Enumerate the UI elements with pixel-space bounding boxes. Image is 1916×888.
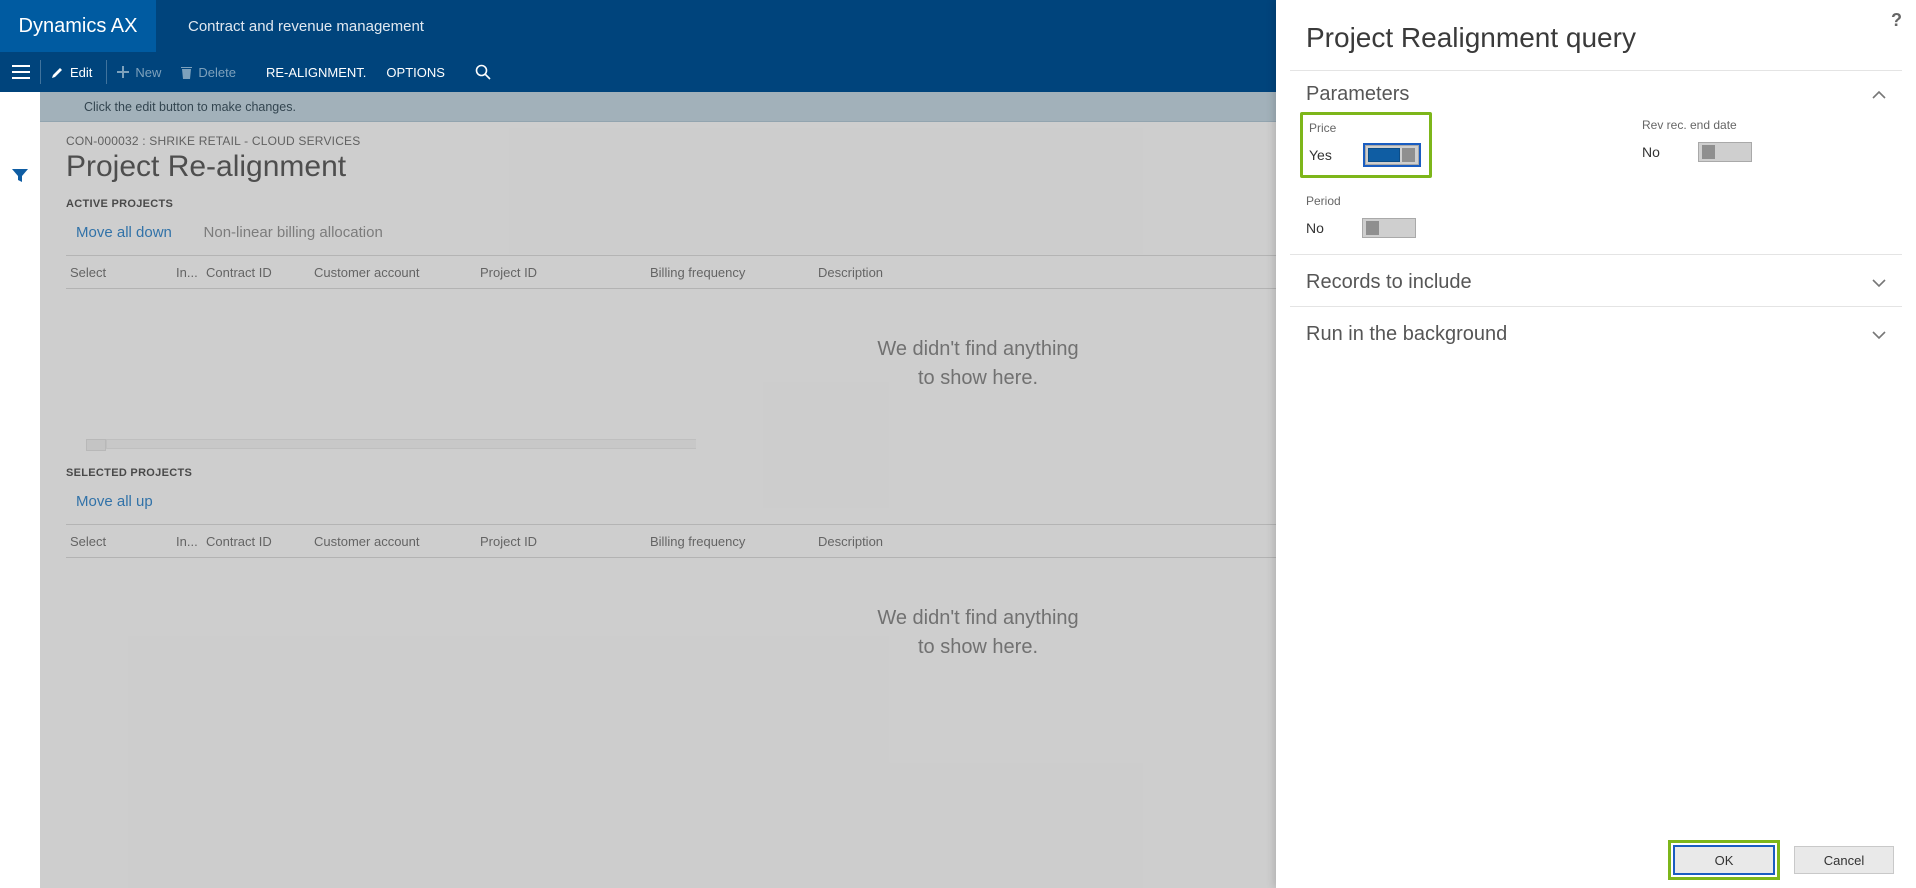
period-param: Period No (1306, 194, 1422, 238)
period-value: No (1306, 220, 1332, 236)
parameters-title: Parameters (1306, 83, 1872, 106)
col-contract[interactable]: Contract ID (206, 534, 314, 549)
divider (1290, 254, 1902, 255)
cancel-button[interactable]: Cancel (1794, 846, 1894, 874)
col-project[interactable]: Project ID (480, 534, 650, 549)
chevron-down-icon (1872, 278, 1886, 288)
period-toggle[interactable] (1362, 218, 1416, 238)
new-button[interactable]: New (107, 52, 171, 92)
empty-line2: to show here. (918, 636, 1038, 659)
background-header[interactable]: Run in the background (1276, 311, 1916, 354)
empty-line1: We didn't find anything (877, 607, 1078, 630)
col-description[interactable]: Description (818, 534, 938, 549)
revrec-toggle[interactable] (1698, 142, 1752, 162)
options-tab[interactable]: OPTIONS (376, 52, 455, 92)
flyout-footer: OK Cancel (1276, 832, 1916, 888)
scroll-track[interactable] (106, 439, 696, 449)
col-project[interactable]: Project ID (480, 265, 650, 280)
period-label: Period (1306, 194, 1422, 208)
price-highlight: Price Yes (1300, 112, 1432, 178)
flyout-title: Project Realignment query (1276, 0, 1916, 70)
price-label: Price (1309, 121, 1419, 135)
col-select[interactable]: Select (66, 534, 176, 549)
move-all-up-link[interactable]: Move all up (76, 493, 153, 510)
col-frequency[interactable]: Billing frequency (650, 265, 818, 280)
flyout-panel: ? Project Realignment query Parameters P… (1276, 0, 1916, 888)
search-button[interactable] (465, 52, 501, 92)
revrec-label: Rev rec. end date (1642, 118, 1752, 132)
nonlinear-link[interactable]: Non-linear billing allocation (204, 224, 383, 241)
revrec-param: Rev rec. end date No (1642, 118, 1752, 162)
plus-icon (117, 66, 129, 78)
records-header[interactable]: Records to include (1276, 259, 1916, 302)
pencil-icon (51, 66, 64, 79)
filter-icon[interactable] (11, 168, 29, 184)
hamburger-icon[interactable] (6, 52, 36, 92)
delete-label: Delete (198, 65, 236, 80)
ok-highlight: OK (1668, 840, 1780, 880)
col-select[interactable]: Select (66, 265, 176, 280)
price-value: Yes (1309, 147, 1335, 163)
parameters-body: Price Yes Period No Rev (1276, 114, 1916, 250)
background-title: Run in the background (1306, 323, 1872, 346)
search-icon (475, 64, 491, 80)
module-title: Contract and revenue management (156, 18, 424, 35)
trash-icon (181, 66, 192, 79)
col-customer[interactable]: Customer account (314, 265, 480, 280)
col-description[interactable]: Description (818, 265, 938, 280)
info-text: Click the edit button to make changes. (84, 100, 296, 114)
chevron-up-icon (1872, 90, 1886, 100)
chevron-down-icon (1872, 330, 1886, 340)
brand: Dynamics AX (0, 0, 156, 52)
parameters-header[interactable]: Parameters (1276, 71, 1916, 114)
empty-line1: We didn't find anything (877, 338, 1078, 361)
records-title: Records to include (1306, 271, 1872, 294)
col-contract[interactable]: Contract ID (206, 265, 314, 280)
move-all-down-link[interactable]: Move all down (76, 224, 172, 241)
revrec-value: No (1642, 144, 1668, 160)
price-param: Price Yes (1309, 121, 1419, 165)
edit-label: Edit (70, 65, 92, 80)
ok-button[interactable]: OK (1674, 846, 1774, 874)
realignment-tab[interactable]: RE-ALIGNMENT. (256, 52, 376, 92)
divider (1290, 306, 1902, 307)
help-icon[interactable]: ? (1891, 10, 1902, 31)
left-rail (0, 92, 40, 888)
delete-button[interactable]: Delete (171, 52, 246, 92)
col-frequency[interactable]: Billing frequency (650, 534, 818, 549)
empty-line2: to show here. (918, 367, 1038, 390)
col-in[interactable]: In... (176, 265, 206, 280)
edit-button[interactable]: Edit (41, 52, 102, 92)
resize-handle-icon[interactable] (86, 439, 106, 451)
price-toggle[interactable] (1365, 145, 1419, 165)
col-in[interactable]: In... (176, 534, 206, 549)
new-label: New (135, 65, 161, 80)
col-customer[interactable]: Customer account (314, 534, 480, 549)
